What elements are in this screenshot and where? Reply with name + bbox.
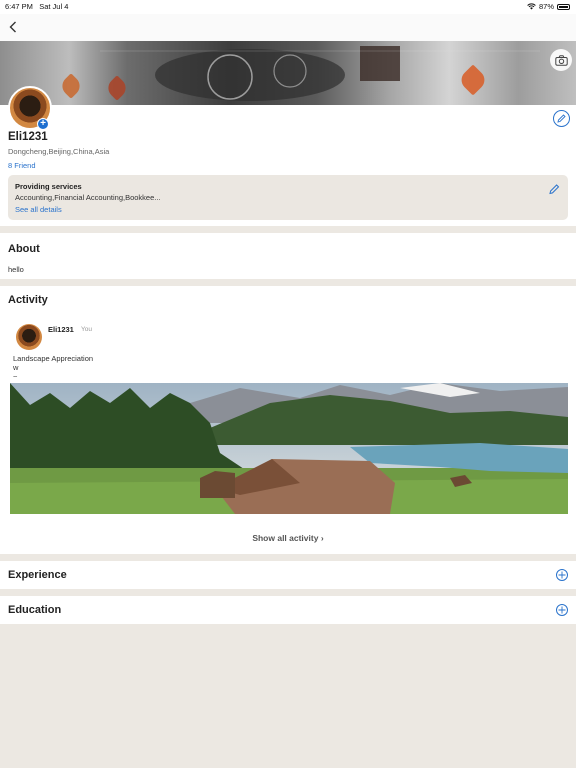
profile-location: Dongcheng,Beijing,China,Asia [8, 147, 110, 156]
about-title: About [8, 243, 40, 255]
post-text-line: w [13, 363, 19, 372]
edit-profile-button[interactable] [553, 110, 570, 127]
activity-title: Activity [8, 294, 48, 306]
chevron-left-icon [9, 21, 16, 33]
services-title: Providing services [15, 182, 82, 191]
pencil-icon [557, 114, 566, 123]
profile-card: + Eli1231 Dongcheng,Beijing,China,Asia 8… [0, 86, 576, 226]
experience-section: Experience [0, 561, 576, 589]
education-section: Education [0, 596, 576, 624]
post-text-line: ~ [13, 372, 18, 381]
cover-artwork [100, 46, 540, 101]
cover-photo [0, 41, 576, 105]
status-time: 6:47 PM Sat Jul 4 [5, 2, 69, 11]
post-username[interactable]: Eli1231 [48, 325, 74, 334]
plus-circle-icon [558, 571, 566, 579]
experience-title: Experience [8, 569, 67, 581]
add-education-button[interactable] [556, 604, 568, 616]
activity-section: Activity Eli1231 You Landscape Appreciat… [0, 286, 576, 554]
services-box: Providing services Accounting,Financial … [8, 175, 568, 220]
post-image[interactable] [10, 383, 568, 514]
edit-services-button[interactable] [548, 183, 560, 195]
about-section: About hello [0, 233, 576, 279]
about-text: hello [8, 265, 24, 274]
nav-bar [0, 14, 576, 41]
battery-icon [557, 3, 570, 10]
post-text-line: Landscape Appreciation [13, 354, 94, 363]
post-author-tag: You [81, 326, 92, 333]
post-text: Landscape Appreciation w ~ [13, 354, 93, 381]
plus-circle-icon [558, 606, 566, 614]
add-avatar-icon[interactable]: + [37, 118, 49, 130]
post-avatar[interactable] [16, 324, 42, 350]
battery-percent: 87% [538, 2, 554, 11]
landscape-image [10, 383, 568, 514]
show-all-activity-link[interactable]: Show all activity › [0, 533, 576, 543]
friends-link[interactable]: 8 Friend [8, 161, 36, 170]
back-button[interactable] [4, 18, 22, 36]
wifi-icon [527, 3, 536, 10]
chevron-right-icon: › [320, 533, 324, 543]
add-experience-button[interactable] [556, 569, 568, 581]
see-all-details-link[interactable]: See all details [15, 205, 62, 214]
education-title: Education [8, 604, 62, 616]
change-cover-button[interactable] [550, 49, 572, 71]
services-list: Accounting,Financial Accounting,Bookkee.… [15, 193, 161, 202]
show-all-activity-label: Show all activity [252, 533, 319, 543]
status-date: Sat Jul 4 [39, 2, 69, 11]
status-bar: 6:47 PM Sat Jul 4 87% [0, 0, 576, 14]
camera-icon [554, 54, 568, 66]
profile-username: Eli1231 [8, 131, 48, 143]
status-right: 87% [527, 2, 570, 11]
